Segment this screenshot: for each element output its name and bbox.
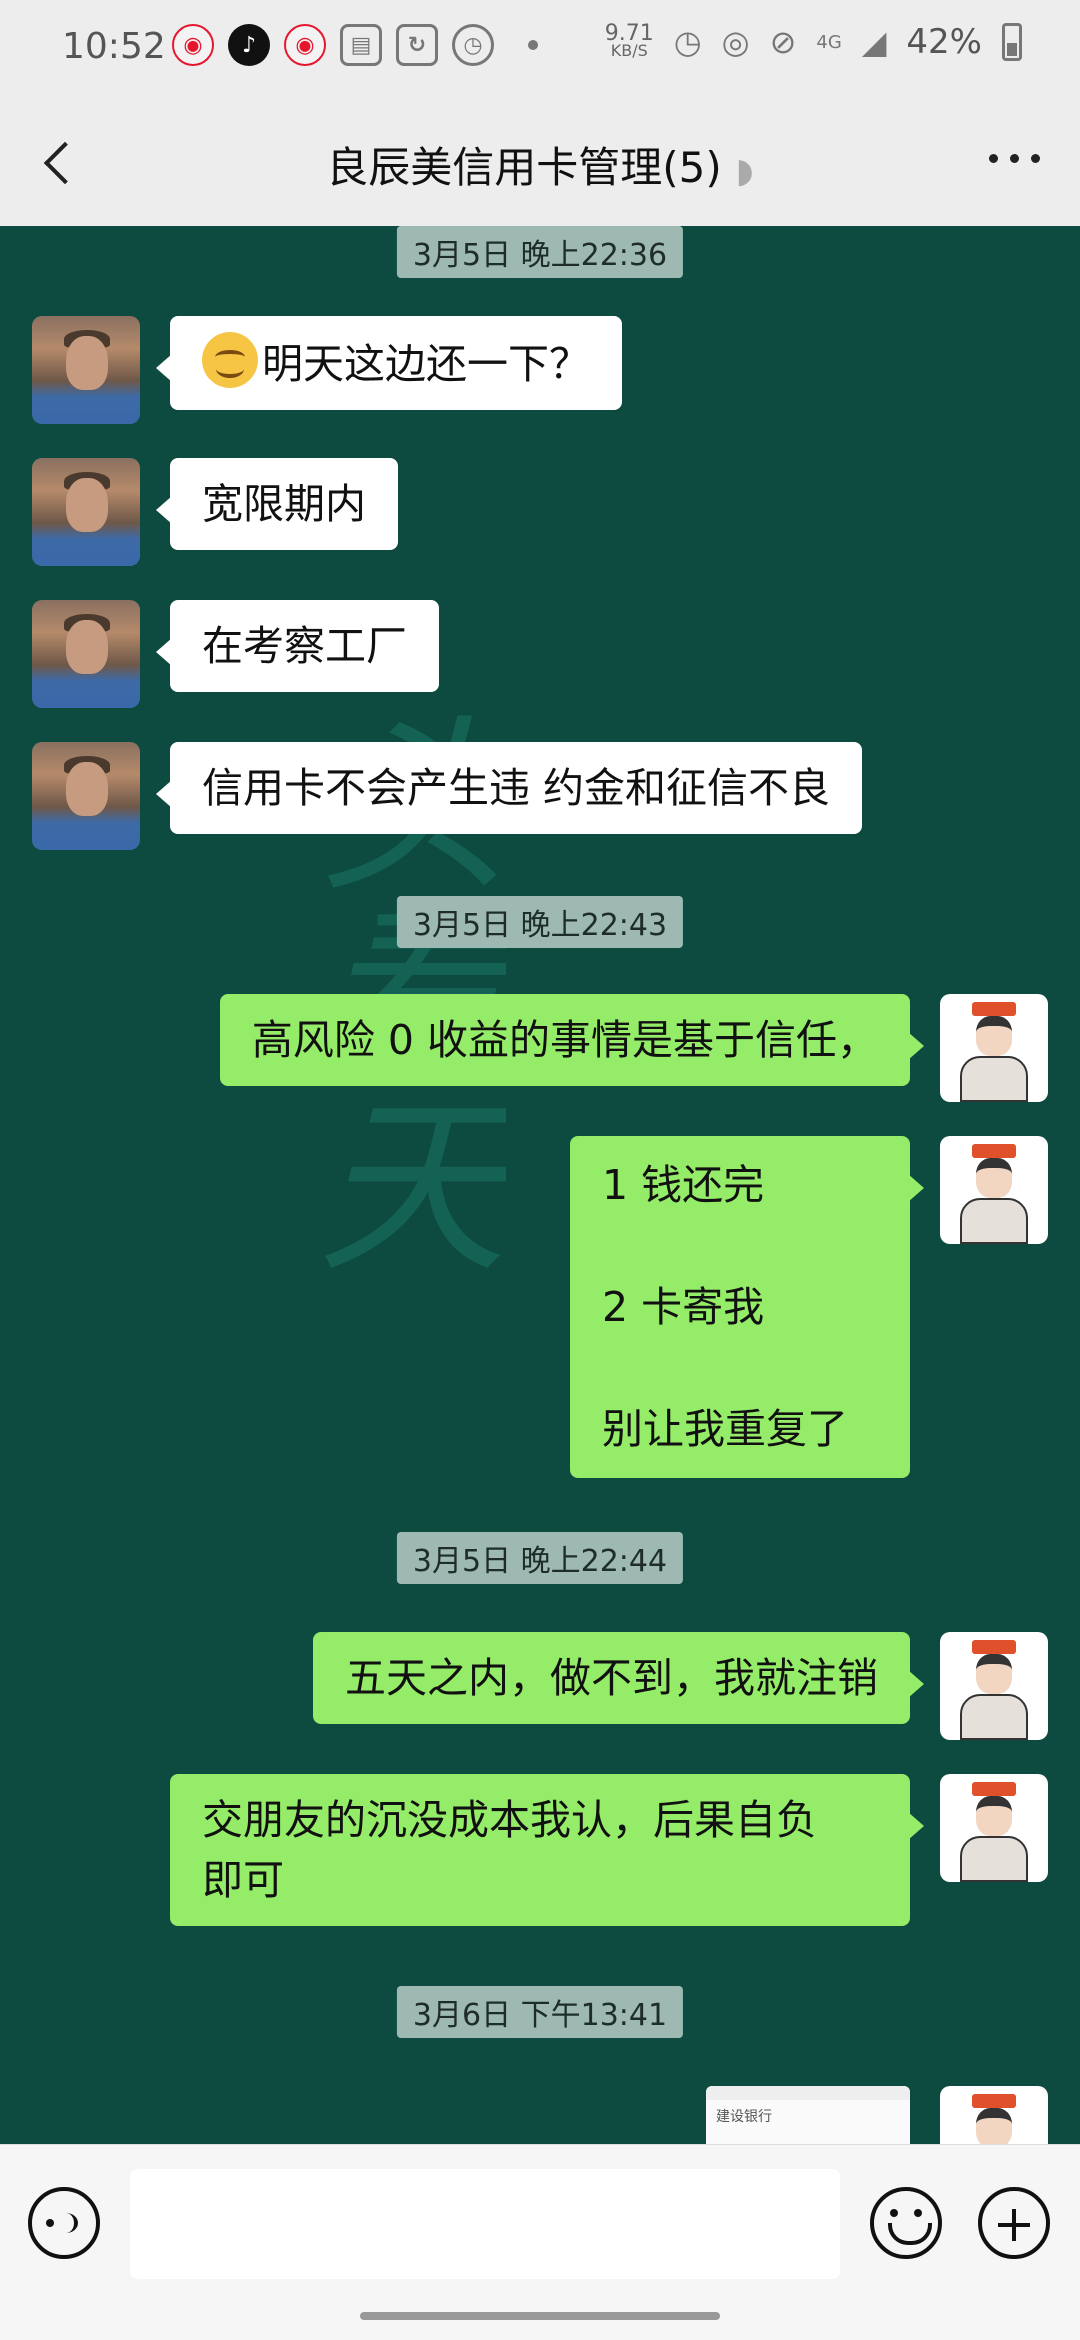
refresh-icon: ↻ xyxy=(396,24,438,66)
message-bubble[interactable]: 在考察工厂 xyxy=(156,600,439,692)
more-dot xyxy=(1010,154,1019,163)
message-text: 在考察工厂 xyxy=(202,622,407,670)
home-indicator[interactable] xyxy=(360,2312,720,2320)
timestamp: 3月5日 晚上22:36 xyxy=(396,226,684,278)
input-bar xyxy=(0,2144,1080,2340)
network-type: 4G xyxy=(816,31,842,53)
timestamp: 3月5日 晚上22:43 xyxy=(396,896,684,948)
status-bar: 10:52 ◉ ♪ ◉ ▤ ↻ ◷ 9.71 KB/S ◷ ◎ ⊘ 4G ◢ 4… xyxy=(0,0,1080,96)
notification-icons: ◉ ♪ ◉ ▤ ↻ ◷ xyxy=(172,24,538,66)
dot-icon xyxy=(528,40,538,50)
more-button[interactable] xyxy=(989,154,1040,163)
message-bubble[interactable]: 五天之内，做不到，我就注销 xyxy=(313,1632,924,1724)
chat-title: 良辰美信用卡管理(5) ◗ xyxy=(0,134,1080,195)
timestamp: 3月5日 晚上22:44 xyxy=(396,1532,684,1584)
message-bubble[interactable]: 高风险 0 收益的事情是基于信任， xyxy=(219,994,925,1086)
self-avatar[interactable] xyxy=(940,1774,1048,1882)
weibo-icon: ◉ xyxy=(172,24,214,66)
contact-avatar[interactable] xyxy=(32,458,140,566)
network-speed-unit: KB/S xyxy=(610,41,648,60)
image-caption: 建设银行 xyxy=(716,2109,772,2125)
tiktok-icon: ♪ xyxy=(228,24,270,66)
chat-title-text: 良辰美信用卡管理(5) xyxy=(326,143,722,192)
message-input[interactable] xyxy=(130,2169,840,2279)
image-message[interactable]: 建设银行 xyxy=(706,2086,910,2144)
chat-area[interactable]: 头看天 3月5日 晚上22:36 明天这边还一下？ 宽限期内 在考察工厂 信用卡… xyxy=(0,226,1080,2144)
message-text: 五天之内，做不到，我就注销 xyxy=(345,1654,878,1702)
signal-icon: ◢ xyxy=(861,23,887,61)
message-bubble[interactable]: 1 钱还完 2 卡寄我 别让我重复了 xyxy=(570,1136,924,1478)
timestamp: 3月6日 下午13:41 xyxy=(396,1986,684,2038)
message-bubble[interactable]: 明天这边还一下？ xyxy=(156,316,622,410)
hotspot-icon: ◎ xyxy=(721,23,750,61)
message-text: 明天这边还一下？ xyxy=(262,340,590,388)
status-right: 9.71 KB/S ◷ ◎ ⊘ 4G ◢ 42% xyxy=(605,22,1022,62)
message-bubble[interactable]: 交朋友的沉没成本我认，后果自负 即可 xyxy=(170,1774,924,1926)
message-line: 1 钱还完 xyxy=(602,1161,765,1209)
message-line: 交朋友的沉没成本我认，后果自负 xyxy=(202,1796,817,1844)
message-bubble[interactable]: 宽限期内 xyxy=(156,458,398,550)
voice-icon[interactable] xyxy=(28,2187,100,2259)
emoji-icon[interactable] xyxy=(870,2187,942,2259)
more-dot xyxy=(1031,154,1040,163)
weibo-icon: ◉ xyxy=(284,24,326,66)
mute-icon: ⊘ xyxy=(769,23,797,61)
message-line: 即可 xyxy=(202,1856,284,1904)
message-text: 宽限期内 xyxy=(202,480,366,528)
battery-icon xyxy=(1002,23,1022,61)
more-dot xyxy=(989,154,998,163)
ear-icon: ◗ xyxy=(735,151,754,191)
message-text: 信用卡不会产生违 约金和征信不良 xyxy=(202,764,831,812)
contact-avatar[interactable] xyxy=(32,600,140,708)
plus-icon[interactable] xyxy=(978,2187,1050,2259)
document-icon: ▤ xyxy=(340,24,382,66)
image-statusbar xyxy=(706,2086,910,2100)
alarm-icon: ◷ xyxy=(452,24,494,66)
chat-header: 良辰美信用卡管理(5) ◗ xyxy=(0,96,1080,226)
self-avatar[interactable] xyxy=(940,1632,1048,1740)
contact-avatar[interactable] xyxy=(32,742,140,850)
network-speed-value: 9.71 xyxy=(604,21,654,46)
self-avatar[interactable] xyxy=(940,1136,1048,1244)
network-speed: 9.71 KB/S xyxy=(604,21,654,60)
status-time: 10:52 xyxy=(62,26,166,67)
message-line: 别让我重复了 xyxy=(602,1405,848,1453)
smile-emoji xyxy=(202,332,258,388)
message-line: 2 卡寄我 xyxy=(602,1283,765,1331)
self-avatar[interactable] xyxy=(940,994,1048,1102)
battery-percent: 42% xyxy=(906,22,982,62)
message-text: 高风险 0 收益的事情是基于信任， xyxy=(251,1016,878,1064)
alarm-icon: ◷ xyxy=(673,23,702,61)
self-avatar[interactable] xyxy=(940,2086,1048,2144)
contact-avatar[interactable] xyxy=(32,316,140,424)
message-bubble[interactable]: 信用卡不会产生违 约金和征信不良 xyxy=(155,742,863,834)
